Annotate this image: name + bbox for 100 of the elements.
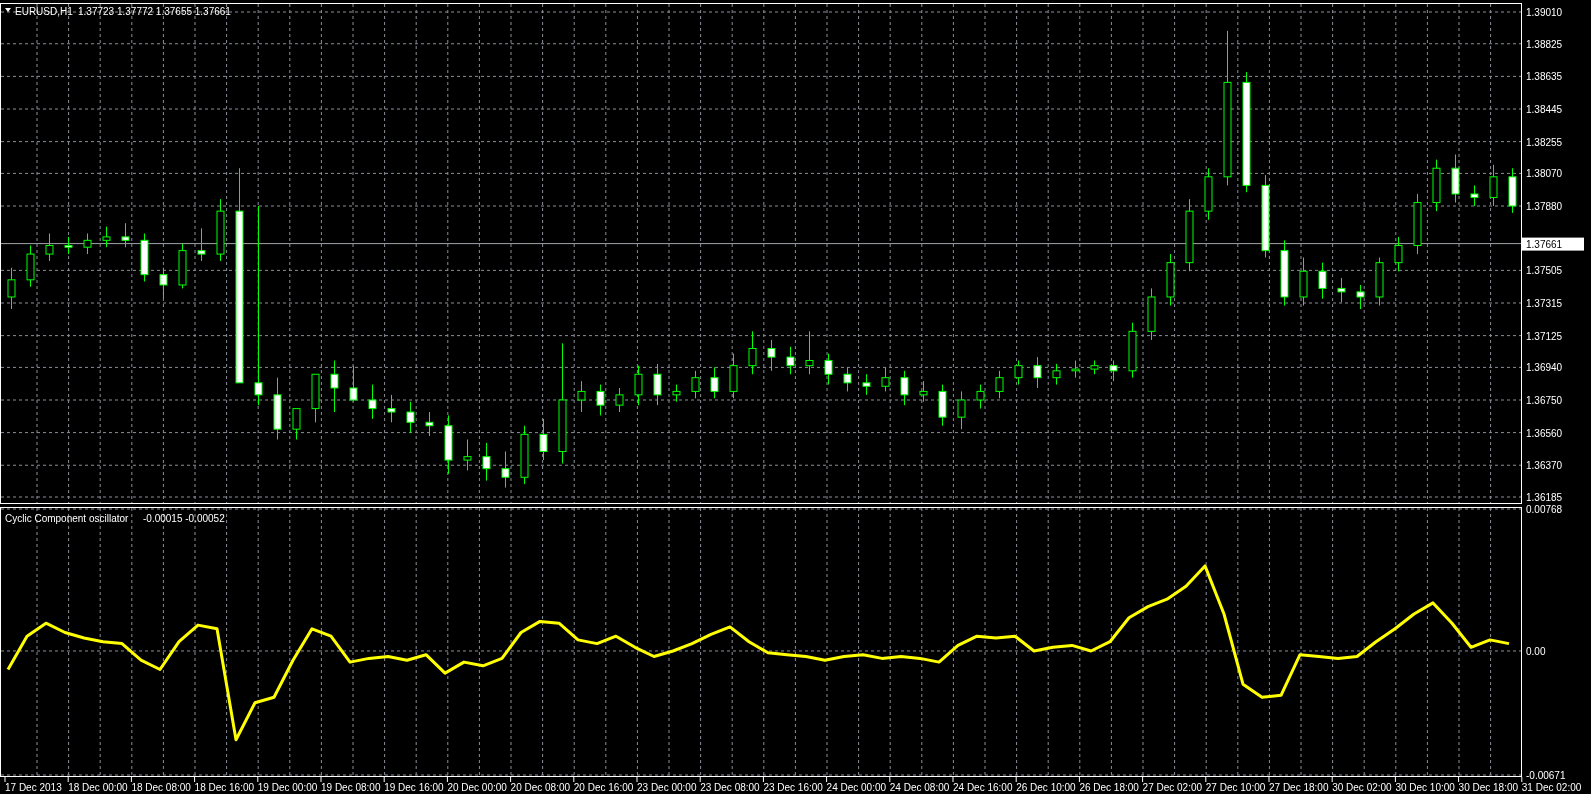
time-label: 27 Dec 18:00 <box>1269 782 1329 793</box>
current-price: 1.37661 <box>1526 238 1563 250</box>
candlestick <box>1337 277 1346 303</box>
candlestick <box>691 370 700 399</box>
candlestick <box>976 384 985 410</box>
time-label: 19 Dec 16:00 <box>384 782 444 793</box>
candlestick <box>1375 257 1384 307</box>
candlestick <box>1071 360 1080 379</box>
time-label: 23 Dec 08:00 <box>700 782 760 793</box>
candlestick <box>1014 360 1023 386</box>
candlestick <box>1204 167 1213 221</box>
time-label: 20 Dec 16:00 <box>573 782 634 793</box>
time-label: 24 Dec 16:00 <box>953 782 1013 793</box>
time-label: 27 Dec 02:00 <box>1142 782 1203 793</box>
candlestick <box>368 384 377 420</box>
candlestick <box>1109 360 1118 382</box>
candlestick <box>672 384 681 403</box>
candlestick <box>767 339 776 372</box>
time-label: 27 Dec 10:00 <box>1205 782 1266 793</box>
candlestick <box>387 394 396 423</box>
candlestick <box>634 365 643 406</box>
price-label: 1.39010 <box>1526 7 1563 18</box>
time-label: 30 Dec 02:00 <box>1332 782 1392 793</box>
candlestick <box>938 384 947 427</box>
price-label: 1.38070 <box>1526 168 1563 180</box>
indicator-label: 0.00 <box>1526 645 1546 657</box>
candlestick <box>444 414 453 475</box>
candlestick <box>748 330 757 375</box>
dropdown-arrow-icon[interactable] <box>5 8 11 12</box>
time-label: 19 Dec 08:00 <box>321 782 381 793</box>
candlestick <box>482 442 491 482</box>
candlestick <box>1299 257 1308 307</box>
candlestick <box>1413 193 1422 255</box>
candlestick <box>1318 262 1327 300</box>
candlestick <box>710 366 719 399</box>
price-label: 1.36370 <box>1526 460 1563 472</box>
price-label: 1.38825 <box>1526 38 1563 50</box>
candlestick <box>292 408 301 440</box>
price-label: 1.36940 <box>1526 362 1563 374</box>
candlestick <box>83 232 92 255</box>
candlestick <box>197 227 206 262</box>
candlestick <box>729 353 738 399</box>
candlestick <box>786 346 795 375</box>
candlestick <box>178 243 187 289</box>
price-label: 1.38445 <box>1526 104 1563 115</box>
candlestick <box>824 353 833 386</box>
time-label: 18 Dec 00:00 <box>68 782 128 793</box>
candlestick <box>1128 322 1137 379</box>
candlestick <box>539 418 548 461</box>
indicator-readings: -0.00015 -0.00052 <box>143 513 225 524</box>
candlestick <box>64 236 73 255</box>
candlestick <box>463 439 472 471</box>
candlestick <box>26 245 35 288</box>
time-label: 26 Dec 10:00 <box>1016 782 1076 793</box>
indicator-label: -0.00671 <box>1526 770 1566 781</box>
candlestick <box>957 390 966 430</box>
price-label: 1.36560 <box>1526 427 1563 439</box>
time-label: 18 Dec 08:00 <box>131 782 191 793</box>
time-label: 20 Dec 00:00 <box>447 782 507 793</box>
candlestick <box>349 365 358 403</box>
candlestick <box>919 380 928 403</box>
candlestick <box>273 377 282 440</box>
symbol-title: EURUSD,H1 <box>15 6 73 17</box>
candlestick <box>140 232 149 283</box>
candlestick <box>1052 363 1061 386</box>
candlestick <box>1394 236 1403 272</box>
candlestick <box>1033 356 1042 389</box>
candlestick <box>7 267 16 310</box>
candlestick <box>311 373 320 423</box>
price-label: 1.37505 <box>1526 265 1563 277</box>
candlestick <box>1147 287 1156 341</box>
time-label: 19 Dec 00:00 <box>257 782 318 793</box>
price-label: 1.37880 <box>1526 201 1563 212</box>
candlestick <box>1451 154 1460 204</box>
candlestick <box>159 267 168 300</box>
candlestick <box>330 360 339 413</box>
candlestick <box>577 380 586 413</box>
indicator-label: 0.00768 <box>1526 504 1563 515</box>
price-label: 1.37315 <box>1526 298 1563 309</box>
candlestick <box>102 226 111 248</box>
time-label: 17 Dec 2013 <box>5 782 62 793</box>
candlestick <box>1280 239 1289 307</box>
candlestick <box>653 363 662 406</box>
time-label: 26 Dec 18:00 <box>1079 782 1139 793</box>
indicator-title: Cyclic Component oscillator <box>5 513 129 524</box>
candlestick <box>843 366 852 392</box>
price-label: 1.36750 <box>1526 395 1563 406</box>
candlestick <box>406 401 415 434</box>
candlestick <box>1508 167 1517 214</box>
candlestick <box>862 373 871 396</box>
candlestick <box>1090 360 1099 375</box>
candlestick <box>1356 284 1365 310</box>
candlestick <box>805 330 814 375</box>
candlestick <box>596 384 605 416</box>
candlestick <box>425 411 434 437</box>
candlestick <box>520 425 529 485</box>
time-label: 31 Dec 02:00 <box>1521 782 1582 793</box>
time-label: 20 Dec 08:00 <box>510 782 571 793</box>
candlestick <box>1489 164 1498 207</box>
quote-values: 1.37723 1.37772 1.37655 1.37661 <box>78 6 231 17</box>
